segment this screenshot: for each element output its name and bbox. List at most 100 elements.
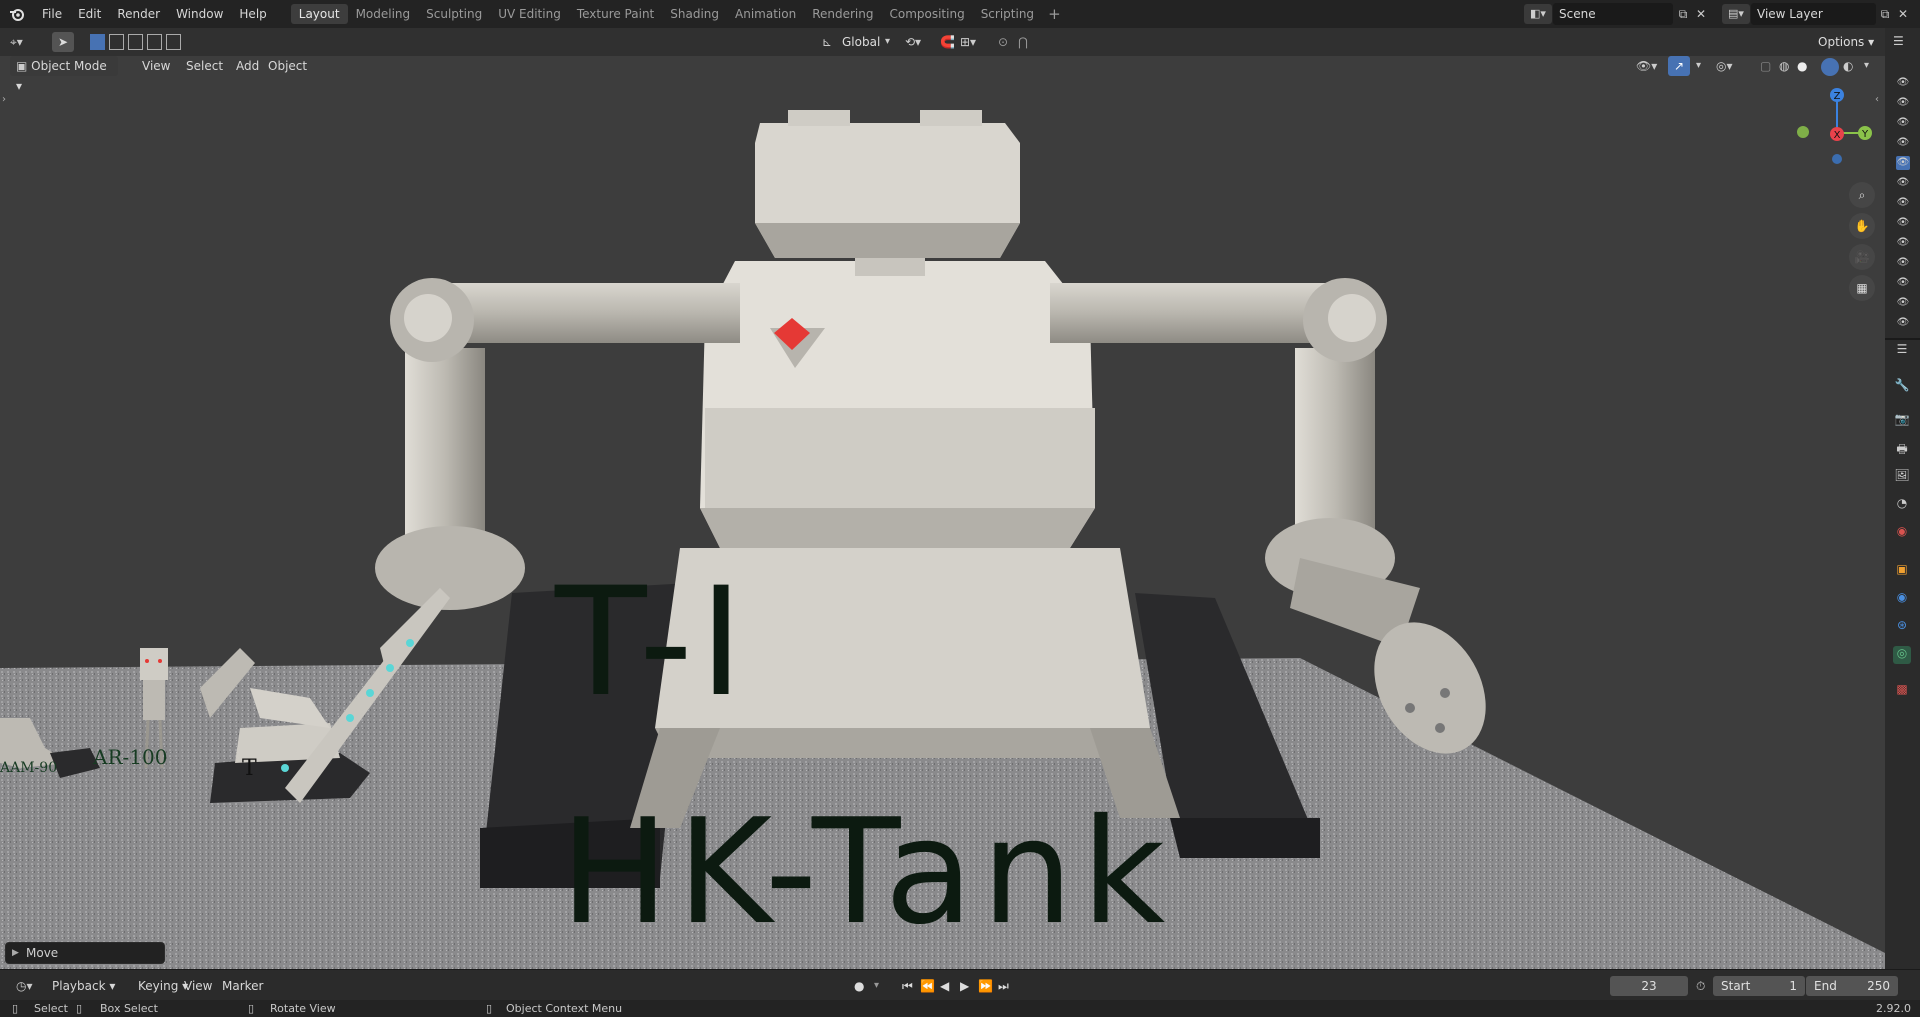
- shading-solid-icon[interactable]: ●: [1794, 56, 1810, 76]
- tab-compositing[interactable]: Compositing: [881, 4, 972, 24]
- view-layer-selector-icon[interactable]: ▤▾: [1722, 4, 1750, 24]
- scene-properties-icon[interactable]: ◔: [1893, 496, 1911, 514]
- scene-selector-icon[interactable]: ◧▾: [1524, 4, 1552, 24]
- panel-expand-icon[interactable]: ▶: [12, 943, 19, 963]
- timeline-editor-type-icon[interactable]: ◷▾: [10, 976, 39, 996]
- particles-properties-icon[interactable]: ⊛: [1893, 618, 1911, 636]
- select-tool-icon[interactable]: ➤: [52, 32, 74, 52]
- properties-editor-icon[interactable]: ☰: [1893, 342, 1911, 360]
- ortho-persp-toggle-icon[interactable]: ▦: [1849, 275, 1875, 301]
- object-properties-icon[interactable]: ▣: [1893, 562, 1911, 580]
- visibility-eye-icon[interactable]: 👁: [1896, 96, 1910, 110]
- visibility-eye-icon[interactable]: 👁: [1896, 176, 1910, 190]
- proportional-falloff-icon[interactable]: ⋂: [1018, 32, 1028, 52]
- render-properties-icon[interactable]: 📷: [1893, 412, 1911, 430]
- view-menu[interactable]: View: [136, 56, 176, 76]
- select-new-icon[interactable]: [90, 34, 105, 50]
- tab-animation[interactable]: Animation: [727, 4, 804, 24]
- remove-view-layer-icon[interactable]: ✕: [1895, 4, 1911, 24]
- remove-scene-icon[interactable]: ✕: [1693, 4, 1709, 24]
- shading-wireframe-icon[interactable]: ◍: [1776, 56, 1792, 76]
- editor-type-icon[interactable]: ⌖▾: [10, 32, 40, 52]
- overlays-toggle-icon[interactable]: ◎▾: [1710, 56, 1739, 76]
- playback-menu[interactable]: Playback ▾: [46, 976, 121, 996]
- scene-name-field[interactable]: Scene: [1553, 3, 1673, 25]
- sidebar-expand-icon[interactable]: ‹: [1875, 94, 1879, 105]
- options-dropdown[interactable]: Options ▾: [1818, 32, 1874, 52]
- physics-properties-icon[interactable]: ◎: [1893, 646, 1911, 664]
- new-scene-icon[interactable]: ⧉: [1674, 4, 1692, 24]
- view-layer-properties-icon[interactable]: 🖼: [1893, 468, 1911, 486]
- shading-material-icon[interactable]: [1821, 58, 1839, 76]
- pan-view-hand-icon[interactable]: ✋: [1849, 213, 1875, 239]
- visibility-eye-icon[interactable]: 👁: [1896, 296, 1910, 310]
- output-properties-icon[interactable]: 🖶: [1893, 440, 1911, 458]
- tool-properties-icon[interactable]: 🔧: [1893, 378, 1911, 396]
- camera-view-icon[interactable]: 🎥: [1849, 244, 1875, 270]
- modifier-properties-icon[interactable]: ◉: [1893, 590, 1911, 608]
- object-menu[interactable]: Object: [262, 56, 313, 76]
- proportional-edit-icon[interactable]: ⊙: [998, 32, 1008, 52]
- preview-range-icon[interactable]: ⏱: [1690, 976, 1711, 996]
- tab-shading[interactable]: Shading: [662, 4, 727, 24]
- start-frame-field[interactable]: Start 1: [1713, 976, 1805, 996]
- visibility-eye-icon[interactable]: 👁: [1896, 116, 1910, 130]
- visibility-eye-icon[interactable]: 👁: [1896, 216, 1910, 230]
- menu-file[interactable]: File: [34, 7, 70, 21]
- tab-texture-paint[interactable]: Texture Paint: [569, 4, 662, 24]
- visibility-toggle-icon[interactable]: 👁▾: [1630, 56, 1663, 76]
- texture-properties-icon[interactable]: ▩: [1893, 682, 1911, 700]
- tab-modeling[interactable]: Modeling: [348, 4, 419, 24]
- play-reverse-icon[interactable]: ◀: [934, 976, 955, 996]
- shading-rendered-icon[interactable]: ◐: [1840, 56, 1856, 76]
- tab-layout[interactable]: Layout: [290, 4, 348, 24]
- snap-toggle-icon[interactable]: 🧲: [940, 32, 955, 52]
- new-view-layer-icon[interactable]: ⧉: [1876, 4, 1894, 24]
- view-layer-field[interactable]: View Layer: [1751, 3, 1876, 25]
- menu-edit[interactable]: Edit: [70, 7, 109, 21]
- navigation-gizmo[interactable]: Z Y X: [1792, 83, 1882, 173]
- xray-toggle-icon[interactable]: ▢: [1754, 56, 1777, 76]
- outliner-header-icon[interactable]: ☰: [1893, 34, 1904, 48]
- tab-scripting[interactable]: Scripting: [973, 4, 1042, 24]
- tab-sculpting[interactable]: Sculpting: [418, 4, 490, 24]
- add-menu[interactable]: Add: [230, 56, 265, 76]
- add-workspace-button[interactable]: +: [1042, 5, 1067, 23]
- visibility-eye-icon[interactable]: 👁: [1896, 136, 1910, 150]
- object-mode-dropdown[interactable]: ▣ Object Mode ▾: [10, 56, 118, 93]
- end-frame-field[interactable]: End 250: [1806, 976, 1898, 996]
- visibility-eye-icon[interactable]: 👁: [1896, 256, 1910, 270]
- visibility-eye-icon[interactable]: 👁: [1896, 156, 1910, 170]
- toolbar-expand-icon[interactable]: ›: [2, 94, 6, 105]
- visibility-eye-icon[interactable]: 👁: [1896, 236, 1910, 250]
- select-mode-icons[interactable]: [90, 32, 184, 52]
- blender-logo-icon[interactable]: [6, 3, 28, 25]
- tab-uv-editing[interactable]: UV Editing: [490, 4, 569, 24]
- menu-window[interactable]: Window: [168, 7, 231, 21]
- timeline-view-menu[interactable]: View: [178, 976, 218, 996]
- gizmo-chevron-icon[interactable]: ▾: [1690, 56, 1707, 76]
- gizmo-toggle-icon[interactable]: ↗: [1668, 56, 1690, 76]
- visibility-eye-icon[interactable]: 👁: [1896, 76, 1910, 90]
- visibility-eye-icon[interactable]: 👁: [1896, 316, 1910, 330]
- select-intersect-icon[interactable]: [166, 34, 181, 50]
- jump-end-icon[interactable]: ⏭: [992, 976, 1015, 996]
- zoom-view-icon[interactable]: ⌕: [1849, 182, 1875, 208]
- current-frame-field[interactable]: 23: [1610, 976, 1688, 996]
- menu-help[interactable]: Help: [231, 7, 274, 21]
- world-properties-icon[interactable]: ◉: [1893, 524, 1911, 542]
- keying-chevron-icon[interactable]: ▾: [868, 976, 885, 996]
- snap-target-icon[interactable]: ⊞▾: [960, 32, 976, 52]
- select-extend-icon[interactable]: [109, 34, 124, 50]
- pivot-point-icon[interactable]: ⟲▾: [905, 32, 921, 52]
- shading-chevron-icon[interactable]: ▾: [1858, 56, 1875, 76]
- select-invert-icon[interactable]: [147, 34, 162, 50]
- marker-menu[interactable]: Marker: [216, 976, 269, 996]
- menu-render[interactable]: Render: [109, 7, 168, 21]
- last-operator-panel[interactable]: ▶ Move: [5, 942, 165, 964]
- 3d-viewport[interactable]: T-I HK-Tank AR-100 AAM-90 T Z Y X ⌕ ✋ 🎥 …: [0, 28, 1885, 969]
- visibility-eye-icon[interactable]: 👁: [1896, 276, 1910, 290]
- visibility-eye-icon[interactable]: 👁: [1896, 196, 1910, 210]
- tab-rendering[interactable]: Rendering: [804, 4, 881, 24]
- select-subtract-icon[interactable]: [128, 34, 143, 50]
